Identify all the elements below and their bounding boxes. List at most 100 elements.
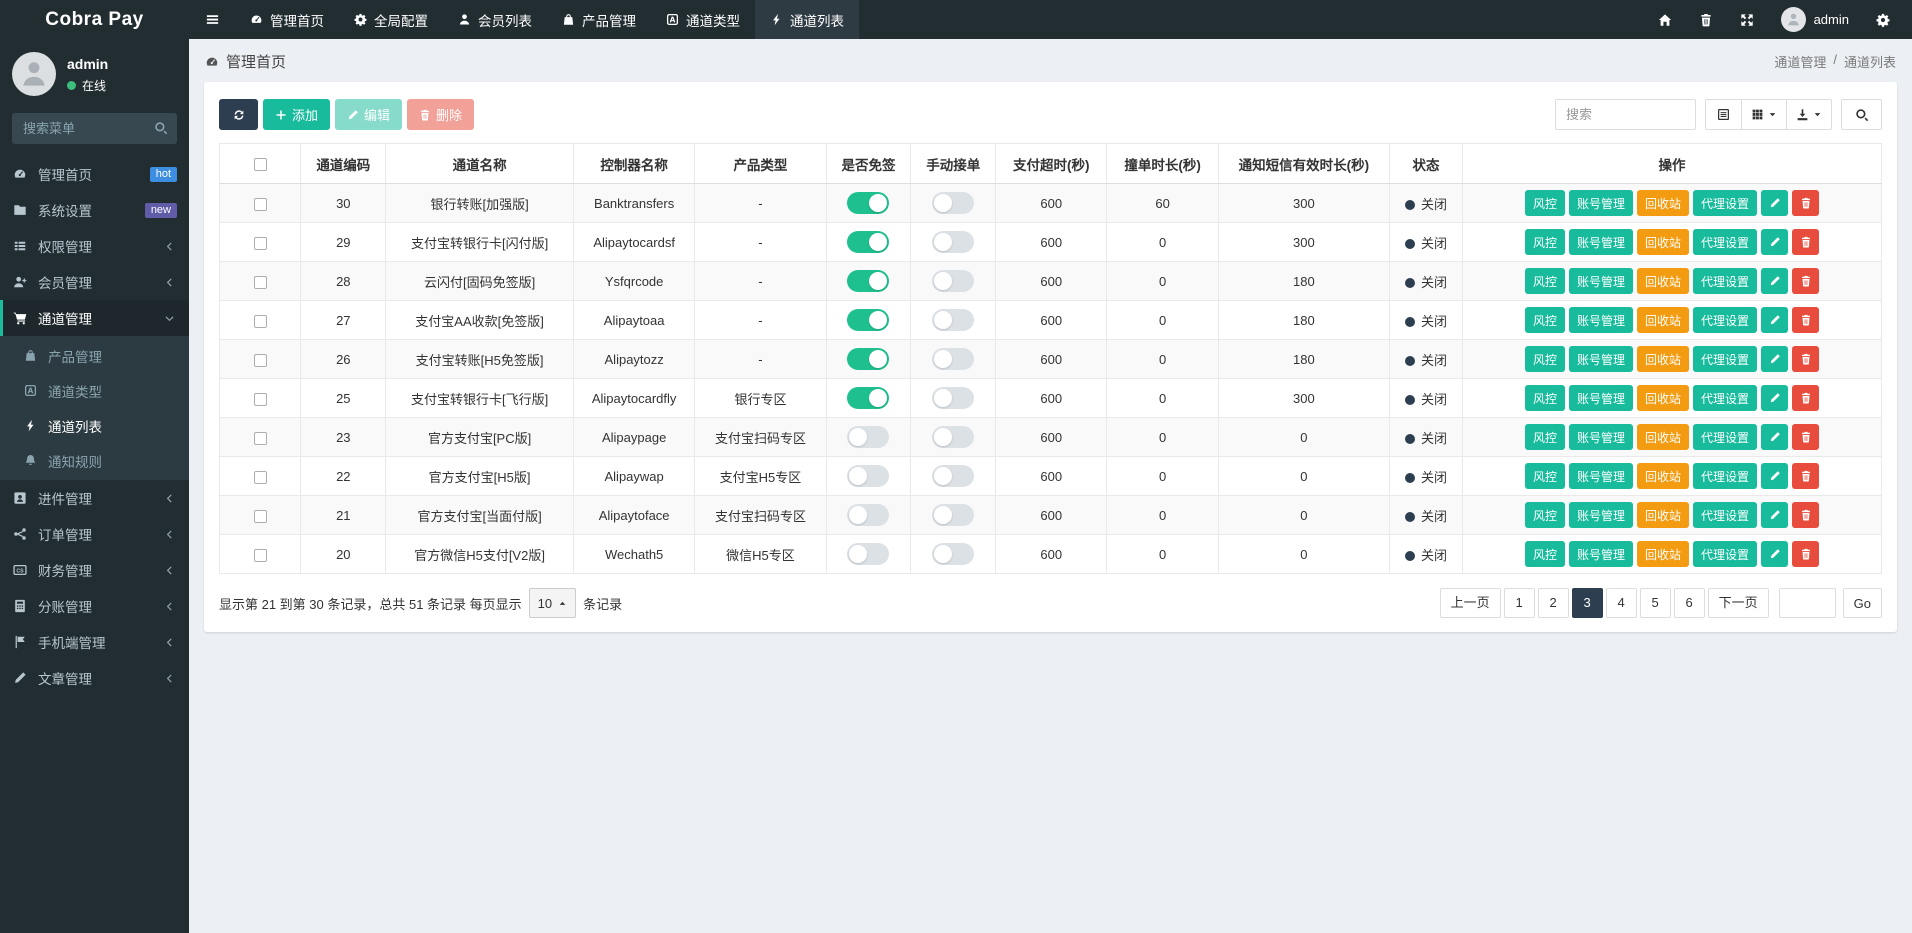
sidebar-item-gauge[interactable]: 管理首页 hot — [0, 156, 189, 192]
no-sign-toggle[interactable] — [847, 426, 890, 448]
page-button[interactable]: 上一页 — [1439, 588, 1501, 618]
agent-settings-button[interactable]: 代理设置 — [1693, 307, 1758, 333]
sidebar-subitem-bag[interactable]: 产品管理 — [0, 338, 189, 373]
row-delete-button[interactable] — [1792, 463, 1820, 489]
detail-view-button[interactable] — [1705, 99, 1742, 130]
manual-order-toggle[interactable] — [932, 348, 975, 370]
page-jump-input[interactable] — [1778, 588, 1836, 618]
agent-settings-button[interactable]: 代理设置 — [1693, 463, 1758, 489]
account-manage-button[interactable]: 账号管理 — [1569, 190, 1634, 216]
manual-order-toggle[interactable] — [932, 270, 975, 292]
user-menu[interactable]: admin — [1780, 7, 1849, 32]
row-delete-button[interactable] — [1792, 229, 1820, 255]
row-edit-button[interactable] — [1761, 385, 1789, 411]
account-manage-button[interactable]: 账号管理 — [1569, 346, 1634, 372]
sidebar-subitem-square-a[interactable]: 通道类型 — [0, 373, 189, 408]
row-delete-button[interactable] — [1792, 190, 1820, 216]
row-edit-button[interactable] — [1761, 307, 1789, 333]
agent-settings-button[interactable]: 代理设置 — [1693, 268, 1758, 294]
page-button[interactable]: 5 — [1639, 588, 1671, 618]
manual-order-toggle[interactable] — [932, 192, 975, 214]
account-manage-button[interactable]: 账号管理 — [1569, 424, 1634, 450]
recycle-bin-button[interactable]: 回收站 — [1637, 463, 1690, 489]
export-dropdown-button[interactable] — [1786, 99, 1832, 130]
recycle-bin-button[interactable]: 回收站 — [1637, 268, 1690, 294]
page-button[interactable]: 6 — [1673, 588, 1705, 618]
risk-control-button[interactable]: 风控 — [1525, 229, 1566, 255]
settings-gear-icon[interactable] — [1876, 13, 1890, 27]
risk-control-button[interactable]: 风控 — [1525, 385, 1566, 411]
sidebar-item-flag[interactable]: 手机端管理 — [0, 624, 189, 660]
row-delete-button[interactable] — [1792, 268, 1820, 294]
row-checkbox[interactable] — [253, 275, 267, 289]
manual-order-toggle[interactable] — [932, 543, 975, 565]
manual-order-toggle[interactable] — [932, 465, 975, 487]
no-sign-toggle[interactable] — [847, 543, 890, 565]
row-delete-button[interactable] — [1792, 541, 1820, 567]
breadcrumb-parent[interactable]: 通道管理 — [1774, 52, 1826, 71]
recycle-bin-button[interactable]: 回收站 — [1637, 424, 1690, 450]
fullscreen-icon[interactable] — [1740, 13, 1754, 27]
row-edit-button[interactable] — [1761, 502, 1789, 528]
edit-button[interactable]: 编辑 — [335, 99, 403, 130]
page-button[interactable]: 4 — [1605, 588, 1637, 618]
top-nav-item-gear[interactable]: 全局配置 — [339, 0, 443, 39]
risk-control-button[interactable]: 风控 — [1525, 424, 1566, 450]
top-nav-item-gauge[interactable]: 管理首页 — [235, 0, 339, 39]
top-nav-item-person[interactable]: 会员列表 — [443, 0, 547, 39]
sidebar-item-cs-card[interactable]: CS 财务管理 — [0, 552, 189, 588]
row-delete-button[interactable] — [1792, 346, 1820, 372]
delete-button[interactable]: 删除 — [407, 99, 475, 130]
account-manage-button[interactable]: 账号管理 — [1569, 229, 1634, 255]
sidebar-item-share[interactable]: 订单管理 — [0, 516, 189, 552]
row-checkbox[interactable] — [253, 431, 267, 445]
row-checkbox[interactable] — [253, 197, 267, 211]
agent-settings-button[interactable]: 代理设置 — [1693, 502, 1758, 528]
row-checkbox[interactable] — [253, 236, 267, 250]
no-sign-toggle[interactable] — [847, 192, 890, 214]
recycle-bin-button[interactable]: 回收站 — [1637, 307, 1690, 333]
risk-control-button[interactable]: 风控 — [1525, 268, 1566, 294]
row-delete-button[interactable] — [1792, 307, 1820, 333]
manual-order-toggle[interactable] — [932, 387, 975, 409]
sidebar-toggle-button[interactable] — [189, 0, 235, 39]
agent-settings-button[interactable]: 代理设置 — [1693, 541, 1758, 567]
row-checkbox[interactable] — [253, 509, 267, 523]
row-edit-button[interactable] — [1761, 190, 1789, 216]
sidebar-item-person-plus[interactable]: 会员管理 — [0, 264, 189, 300]
home-icon[interactable] — [1658, 13, 1672, 27]
row-delete-button[interactable] — [1792, 502, 1820, 528]
agent-settings-button[interactable]: 代理设置 — [1693, 385, 1758, 411]
risk-control-button[interactable]: 风控 — [1525, 463, 1566, 489]
row-checkbox[interactable] — [253, 548, 267, 562]
row-checkbox[interactable] — [253, 470, 267, 484]
no-sign-toggle[interactable] — [847, 348, 890, 370]
no-sign-toggle[interactable] — [847, 309, 890, 331]
account-manage-button[interactable]: 账号管理 — [1569, 307, 1634, 333]
sidebar-subitem-bell[interactable]: 通知规则 — [0, 443, 189, 478]
sidebar-item-calc[interactable]: 分账管理 — [0, 588, 189, 624]
manual-order-toggle[interactable] — [932, 504, 975, 526]
recycle-bin-button[interactable]: 回收站 — [1637, 346, 1690, 372]
account-manage-button[interactable]: 账号管理 — [1569, 541, 1634, 567]
risk-control-button[interactable]: 风控 — [1525, 307, 1566, 333]
row-checkbox[interactable] — [253, 314, 267, 328]
sidebar-item-pencil[interactable]: 文章管理 — [0, 660, 189, 696]
recycle-bin-button[interactable]: 回收站 — [1637, 229, 1690, 255]
recycle-bin-button[interactable]: 回收站 — [1637, 502, 1690, 528]
account-manage-button[interactable]: 账号管理 — [1569, 463, 1634, 489]
top-nav-item-square-a[interactable]: 通道类型 — [651, 0, 755, 39]
sidebar-item-folder[interactable]: 系统设置 new — [0, 192, 189, 228]
refresh-button[interactable] — [219, 99, 258, 130]
sidebar-item-id[interactable]: 进件管理 — [0, 480, 189, 516]
row-edit-button[interactable] — [1761, 541, 1789, 567]
no-sign-toggle[interactable] — [847, 504, 890, 526]
columns-dropdown-button[interactable] — [1741, 99, 1787, 130]
go-button[interactable]: Go — [1842, 588, 1882, 618]
no-sign-toggle[interactable] — [847, 270, 890, 292]
no-sign-toggle[interactable] — [847, 231, 890, 253]
row-edit-button[interactable] — [1761, 268, 1789, 294]
agent-settings-button[interactable]: 代理设置 — [1693, 346, 1758, 372]
manual-order-toggle[interactable] — [932, 309, 975, 331]
page-button[interactable]: 2 — [1537, 588, 1569, 618]
